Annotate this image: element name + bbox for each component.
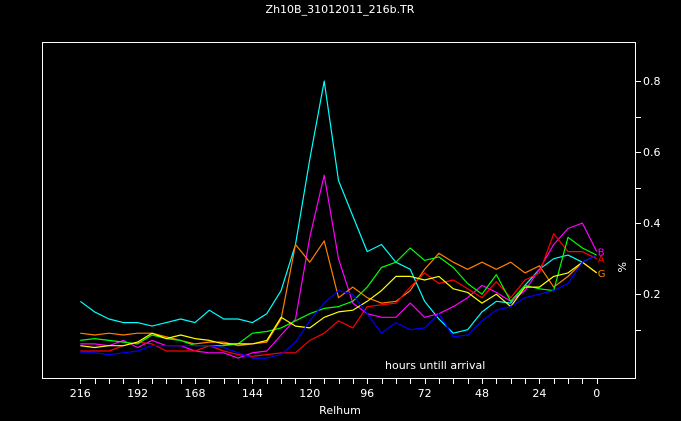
annotation: hours untill arrival bbox=[385, 359, 485, 372]
x-tick-label: 168 bbox=[185, 387, 206, 400]
y-tick-label: 0.4 bbox=[643, 217, 661, 230]
x-axis-label: Relhum bbox=[319, 404, 361, 417]
end-label-orange: G bbox=[598, 269, 606, 280]
x-tick-label: 72 bbox=[418, 387, 432, 400]
y-tick-label: 0.6 bbox=[643, 146, 661, 159]
x-tick-label: 96 bbox=[360, 387, 374, 400]
y-axis: 0.2 0.4 0.6 0.8 bbox=[635, 75, 661, 331]
end-label-red: A bbox=[598, 255, 605, 266]
x-axis: 216 192 168 144 120 96 72 48 24 0 bbox=[70, 378, 600, 400]
x-tick-label: 144 bbox=[242, 387, 263, 400]
line-chart: Zh10B_31012011_216b.TR 216 192 168 144 120 96… bbox=[42, 3, 661, 417]
y-tick-label: 0.2 bbox=[643, 288, 661, 301]
plot-frame bbox=[42, 42, 636, 379]
y-tick-label: 0.8 bbox=[643, 75, 661, 88]
series-line-green bbox=[80, 236, 597, 347]
x-tick-label: 48 bbox=[475, 387, 489, 400]
chart-title: Zh10B_31012011_216b.TR bbox=[266, 3, 415, 16]
x-tick-label: 216 bbox=[70, 387, 91, 400]
x-tick-label: 0 bbox=[593, 387, 600, 400]
series-lines bbox=[79, 80, 598, 359]
x-tick-label: 192 bbox=[127, 387, 148, 400]
y-axis-label: % bbox=[615, 262, 628, 272]
series-end-labels: BGA bbox=[598, 248, 606, 280]
x-tick-label: 24 bbox=[532, 387, 546, 400]
x-tick-label: 120 bbox=[299, 387, 320, 400]
series-line-magenta bbox=[80, 174, 598, 359]
